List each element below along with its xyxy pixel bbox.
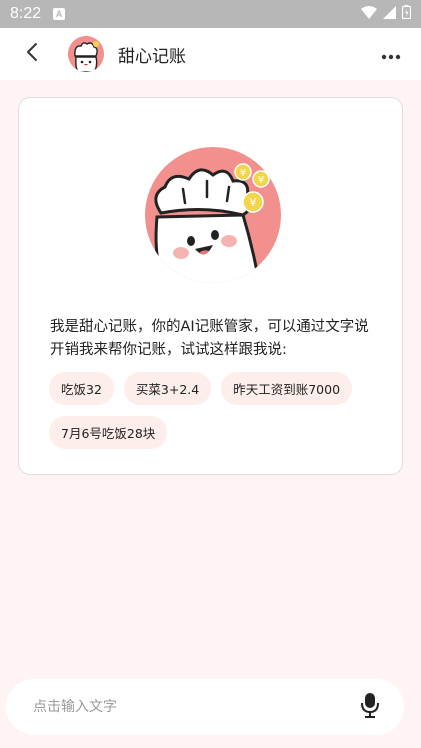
message-input-bar [6, 679, 404, 735]
svg-text:¥: ¥ [240, 168, 246, 179]
suggestion-chip[interactable]: 吃饭32 [49, 372, 114, 405]
status-bar: 8:22 A [0, 0, 421, 28]
signal-icon [383, 5, 396, 23]
status-time: 8:22 [10, 5, 42, 22]
status-icons [361, 5, 412, 23]
notification-badge: A [53, 8, 66, 20]
suggestion-chip[interactable]: 7月6号吃饭28块 [49, 416, 168, 449]
page-title: 甜心记账 [118, 46, 186, 67]
assistant-avatar [68, 36, 104, 72]
assistant-intro-card: ¥ ¥ ¥ 我是甜心记账，你的AI记账管家，可以通过文字说开销我来帮你记账，试试… [18, 97, 403, 475]
svg-text:¥: ¥ [258, 175, 264, 186]
message-input[interactable] [33, 699, 354, 715]
more-dots-icon [381, 45, 401, 64]
chat-header: 甜心记账 [0, 28, 421, 80]
wifi-icon [361, 5, 377, 23]
suggestion-chip[interactable]: 买菜3+2.4 [123, 372, 212, 405]
microphone-icon [360, 692, 380, 722]
mascot-illustration: ¥ ¥ ¥ [143, 145, 283, 285]
back-button[interactable] [0, 28, 64, 80]
voice-input-button[interactable] [354, 687, 386, 727]
battery-icon [401, 5, 412, 23]
suggestion-chip[interactable]: 昨天工资到账7000 [221, 372, 353, 405]
more-options-button[interactable] [361, 28, 421, 80]
chevron-left-icon [25, 42, 39, 66]
assistant-intro-text: 我是甜心记账，你的AI记账管家，可以通过文字说开销我来帮你记账，试试这样跟我说: [50, 319, 369, 358]
svg-text:¥: ¥ [250, 196, 257, 209]
suggestion-chips: 吃饭32 买菜3+2.4 昨天工资到账7000 7月6号吃饭28块 [49, 372, 389, 449]
